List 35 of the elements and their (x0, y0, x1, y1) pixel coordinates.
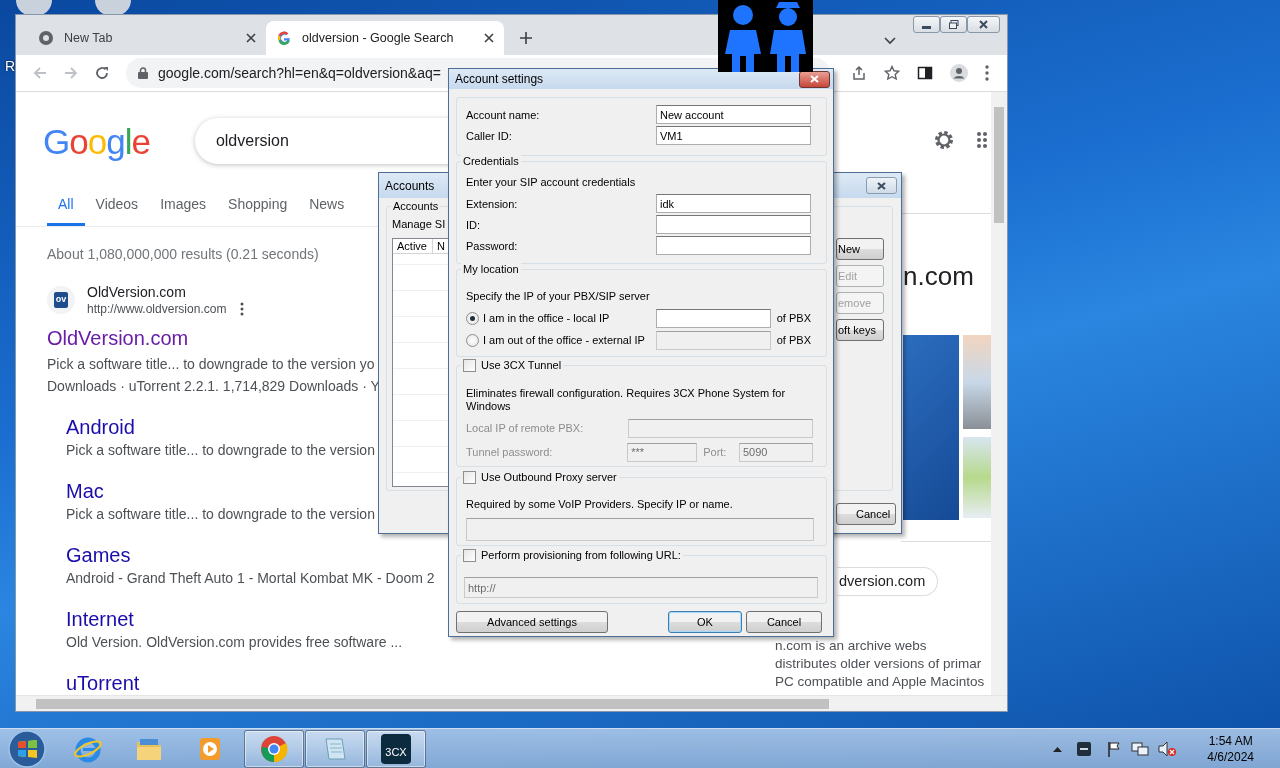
panel-description: n.com is an archive webs (775, 637, 927, 655)
sitelink-snippet: Old Version. OldVersion.com provides free software ... (66, 633, 403, 652)
group-description: Required by some VoIP Providers. Specify IP or name. (466, 497, 734, 511)
site-url: http://www.oldversion.com (87, 301, 227, 317)
field-label: Extension: (466, 196, 519, 211)
site-favicon: ov (47, 286, 75, 314)
result-stats: About 1,080,000,000 results (0.21 seconds) (47, 245, 319, 264)
field-label: Caller ID: (466, 128, 513, 143)
field-label: ID: (466, 217, 482, 232)
sitelink-snippet: Pick a software title... to downgrade to the version (66, 441, 375, 460)
group-label: My location (461, 262, 521, 276)
field-label: Account name: (466, 107, 541, 122)
field-label: Password: (466, 238, 519, 253)
group-description: Specify the IP of your PBX/SIP server (466, 289, 651, 303)
list-caption: Manage SI (392, 217, 446, 231)
group-label: Accounts (391, 199, 441, 213)
window-title: Accounts (385, 177, 435, 195)
panel-heading: n.com (903, 261, 975, 291)
app-logo: 3CX (381, 733, 411, 764)
field-suffix: of PBX (776, 333, 811, 347)
field-suffix: of PBX (776, 311, 811, 325)
sitelink-snippet: Android - Grand Theft Auto 1 - Mortal Kombat MK - Doom 2 (66, 569, 435, 588)
dialog-title: Account settings (455, 71, 544, 88)
desktop-icon-label: R (5, 57, 16, 76)
group-description: Eliminates firewall configuration. Requires 3CX Phone System for Windows (466, 387, 787, 413)
group-label: Credentials (461, 154, 521, 168)
panel-description: distributes older versions of primar (775, 655, 982, 673)
panel-description: PC compatible and Apple Macintos (775, 673, 985, 691)
result-snippet: Pick a software title... to downgrade to the version yo (47, 355, 375, 374)
field-label: Tunnel password: (466, 445, 554, 459)
field-label: Local IP of remote PBX: (466, 421, 585, 435)
field-label: Port: (703, 445, 728, 459)
group-description: Enter your SIP account credentials (466, 175, 637, 189)
site-name: OldVersion.com (87, 283, 187, 301)
sitelink-snippet: Pick a software title... to downgrade to the version (66, 505, 375, 524)
